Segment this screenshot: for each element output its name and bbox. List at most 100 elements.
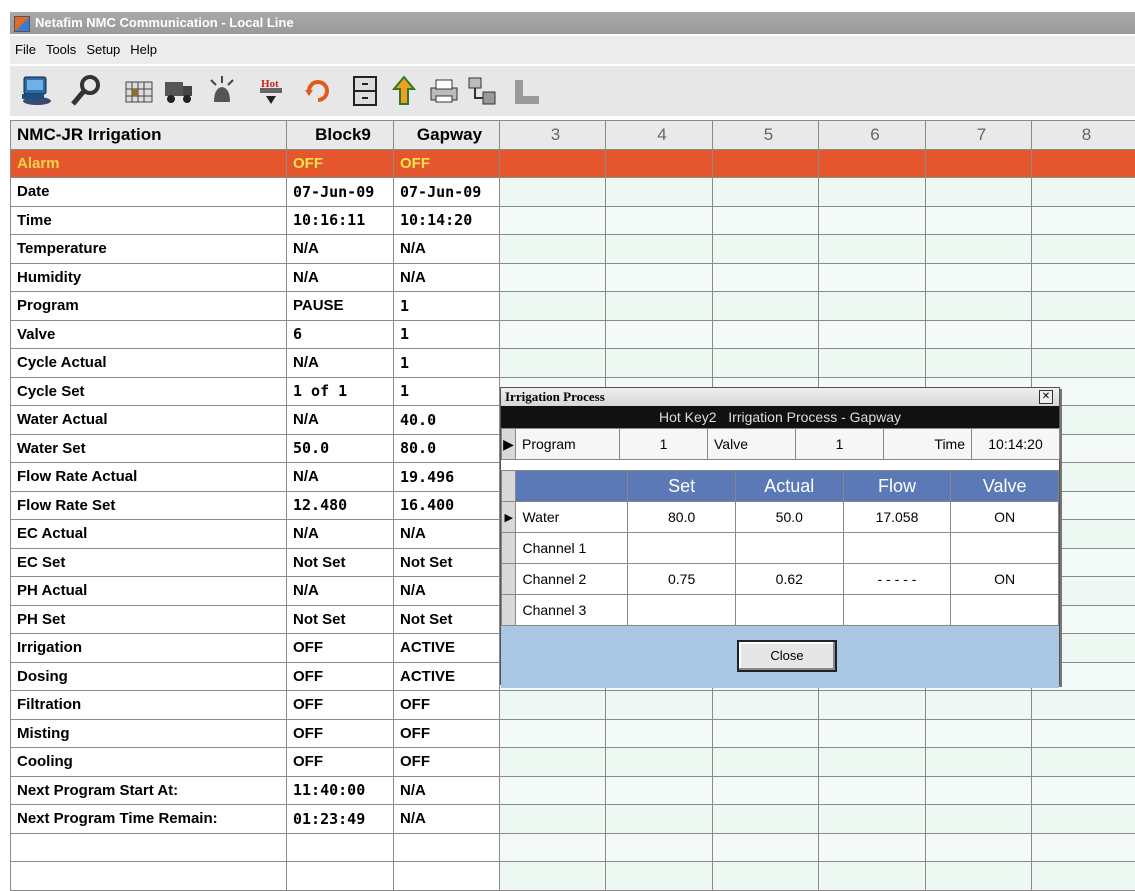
block9-value[interactable]: Not Set [287,548,394,577]
empty-cell[interactable] [1032,149,1135,178]
hot-key-icon[interactable]: Hot [255,74,289,108]
gapway-value[interactable]: 19.496 [394,463,500,492]
empty-cell[interactable] [1032,349,1135,378]
gapway-value[interactable]: 1 [394,349,500,378]
empty-cell[interactable] [1032,320,1135,349]
gapway-value[interactable]: OFF [394,149,500,178]
row-label[interactable]: Next Program Time Remain: [11,805,287,834]
empty-cell[interactable] [713,320,819,349]
menu-file[interactable]: File [10,42,41,57]
header-gapway[interactable]: Gapway [394,121,500,150]
empty-cell[interactable] [606,292,713,321]
block9-value[interactable]: PAUSE [287,292,394,321]
header-block9[interactable]: Block9 [287,121,394,150]
empty-cell[interactable] [819,206,926,235]
empty-cell[interactable] [500,235,606,264]
empty-cell[interactable] [500,719,606,748]
empty-cell[interactable] [500,178,606,207]
gapway-value[interactable]: N/A [394,577,500,606]
row-label[interactable]: Humidity [11,263,287,292]
empty-cell[interactable] [500,748,606,777]
alarm-icon[interactable] [205,74,239,108]
gapway-value[interactable]: N/A [394,805,500,834]
empty-cell[interactable] [606,691,713,720]
menu-setup[interactable]: Setup [81,42,125,57]
row-label[interactable]: Time [11,206,287,235]
empty-cell[interactable] [713,805,819,834]
refresh-icon[interactable] [301,74,335,108]
empty-cell[interactable] [713,235,819,264]
empty-cell[interactable] [819,235,926,264]
gapway-value[interactable]: OFF [394,719,500,748]
header-col-8[interactable]: 8 [1032,121,1135,150]
empty-cell[interactable] [1032,178,1135,207]
row-label[interactable]: EC Set [11,548,287,577]
grid-icon[interactable] [122,74,156,108]
empty-cell[interactable] [500,320,606,349]
process-row[interactable]: ▶Water80.050.017.058ON [502,502,1059,533]
row-label[interactable]: Cycle Set [11,377,287,406]
empty-cell[interactable] [606,776,713,805]
empty-cell[interactable] [500,833,606,862]
empty-cell[interactable] [1032,776,1135,805]
empty-cell[interactable] [819,862,926,891]
empty-cell[interactable] [606,833,713,862]
empty-cell[interactable] [819,805,926,834]
chart-icon[interactable] [510,74,544,108]
block9-value[interactable]: 11:40:00 [287,776,394,805]
empty-cell[interactable] [819,691,926,720]
empty-cell[interactable] [713,263,819,292]
block9-value[interactable]: 07-Jun-09 [287,178,394,207]
row-label[interactable]: Flow Rate Actual [11,463,287,492]
empty-cell[interactable] [500,292,606,321]
header-col-3[interactable]: 3 [500,121,606,150]
row-label[interactable]: Misting [11,719,287,748]
gapway-value[interactable]: ACTIVE [394,634,500,663]
gapway-value[interactable]: 40.0 [394,406,500,435]
empty-cell[interactable] [926,349,1032,378]
close-button[interactable]: Close [737,640,837,672]
empty-cell[interactable] [606,320,713,349]
empty-cell[interactable] [606,235,713,264]
empty-cell[interactable] [713,178,819,207]
block9-value[interactable]: N/A [287,577,394,606]
empty-cell[interactable] [1032,263,1135,292]
block9-value[interactable]: Not Set [287,605,394,634]
empty-cell[interactable] [926,719,1032,748]
row-label[interactable]: Next Program Start At: [11,776,287,805]
gapway-value[interactable]: OFF [394,748,500,777]
empty-cell[interactable] [606,862,713,891]
close-icon[interactable]: ✕ [1039,390,1053,404]
block9-value[interactable]: 01:23:49 [287,805,394,834]
empty-cell[interactable] [926,320,1032,349]
empty-cell[interactable] [819,349,926,378]
empty-cell[interactable] [1032,292,1135,321]
empty-cell[interactable] [926,292,1032,321]
gapway-value[interactable]: N/A [394,263,500,292]
block9-value[interactable]: N/A [287,263,394,292]
gapway-value[interactable]: N/A [394,520,500,549]
empty-cell[interactable] [1032,805,1135,834]
empty-cell[interactable] [819,292,926,321]
header-col-4[interactable]: 4 [606,121,713,150]
block9-value[interactable]: 6 [287,320,394,349]
block9-value[interactable]: OFF [287,149,394,178]
empty-cell[interactable] [713,149,819,178]
empty-cell[interactable] [713,292,819,321]
row-label[interactable]: EC Actual [11,520,287,549]
menu-help[interactable]: Help [125,42,162,57]
empty-cell[interactable] [1032,748,1135,777]
empty-cell[interactable] [606,805,713,834]
empty-cell[interactable] [1032,833,1135,862]
header-col-7[interactable]: 7 [926,121,1032,150]
empty-cell[interactable] [500,776,606,805]
menu-tools[interactable]: Tools [41,42,81,57]
gapway-value[interactable]: OFF [394,691,500,720]
row-label[interactable]: Irrigation [11,634,287,663]
empty-cell[interactable] [606,206,713,235]
block9-value[interactable] [287,833,394,862]
empty-cell[interactable] [500,206,606,235]
cabinet-icon[interactable] [348,74,382,108]
empty-cell[interactable] [606,748,713,777]
empty-cell[interactable] [819,263,926,292]
